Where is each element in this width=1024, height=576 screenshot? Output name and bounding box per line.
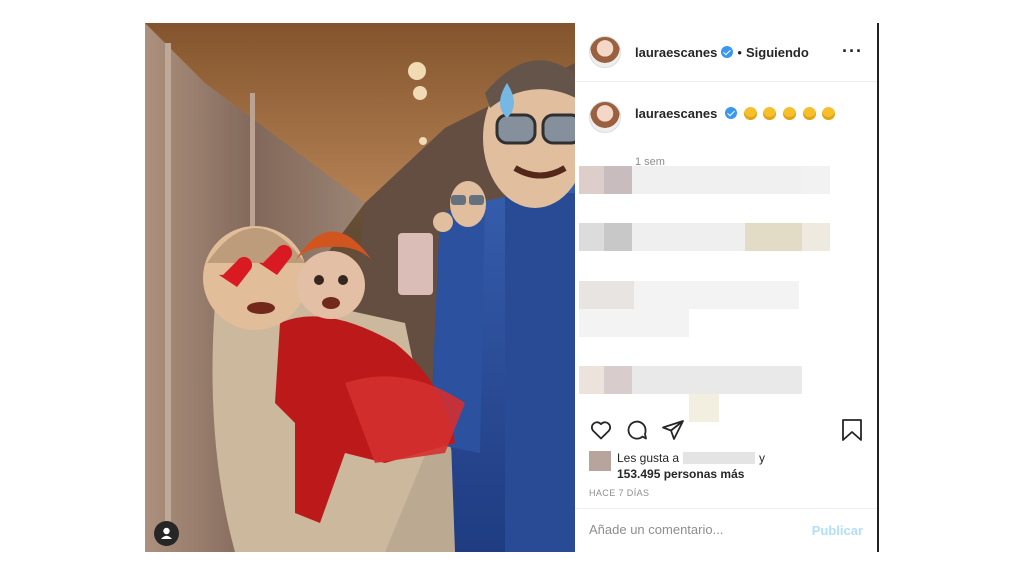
laughing-emoji-icon — [763, 107, 777, 120]
comment-input[interactable] — [587, 521, 791, 538]
likes-joiner: y — [759, 451, 766, 465]
verified-badge-icon — [721, 46, 734, 58]
header-username[interactable]: lauraescanes — [635, 45, 717, 60]
bookmark-icon[interactable] — [841, 418, 863, 442]
caption-avatar[interactable] — [589, 101, 621, 133]
publish-button[interactable]: Publicar — [812, 523, 863, 538]
action-bar — [575, 418, 877, 446]
blurred-comments — [579, 166, 869, 422]
post-date[interactable]: HACE 7 DÍAS — [589, 488, 649, 498]
heart-icon[interactable] — [589, 418, 613, 442]
verified-badge-icon — [725, 107, 738, 119]
caption-area: lauraescanes 1 sem — [575, 81, 877, 422]
laughing-emoji-icon — [743, 107, 757, 120]
separator-dot: • — [737, 44, 742, 60]
follow-status-button[interactable]: Siguiendo — [746, 45, 809, 60]
caption-line: lauraescanes — [635, 106, 836, 121]
likes-prefix: Les gusta a — [617, 451, 680, 465]
avatar[interactable] — [589, 36, 621, 68]
share-icon[interactable] — [661, 418, 685, 442]
laughing-emoji-icon — [802, 107, 816, 120]
user-tag-icon[interactable] — [154, 521, 179, 546]
instagram-post: lauraescanes • Siguiendo ··· lauraescane… — [145, 23, 879, 552]
caption-username[interactable]: lauraescanes — [635, 106, 717, 121]
post-header: lauraescanes • Siguiendo ··· — [575, 23, 877, 82]
elevator-photo-illustration — [145, 23, 575, 552]
more-options-icon[interactable]: ··· — [842, 41, 863, 62]
likes-count[interactable]: 153.495 personas más — [617, 467, 744, 481]
comment-box: Publicar — [575, 508, 877, 553]
laughing-emoji-icon — [822, 107, 836, 120]
laughing-emoji-icon — [782, 107, 796, 120]
post-side-panel: lauraescanes • Siguiendo ··· lauraescane… — [575, 23, 879, 552]
liker-avatar[interactable] — [589, 451, 611, 471]
post-photo[interactable] — [145, 23, 575, 552]
comment-icon[interactable] — [625, 418, 649, 442]
likes-line: Les gusta a y — [617, 451, 765, 465]
redacted-liker-name — [683, 452, 756, 464]
